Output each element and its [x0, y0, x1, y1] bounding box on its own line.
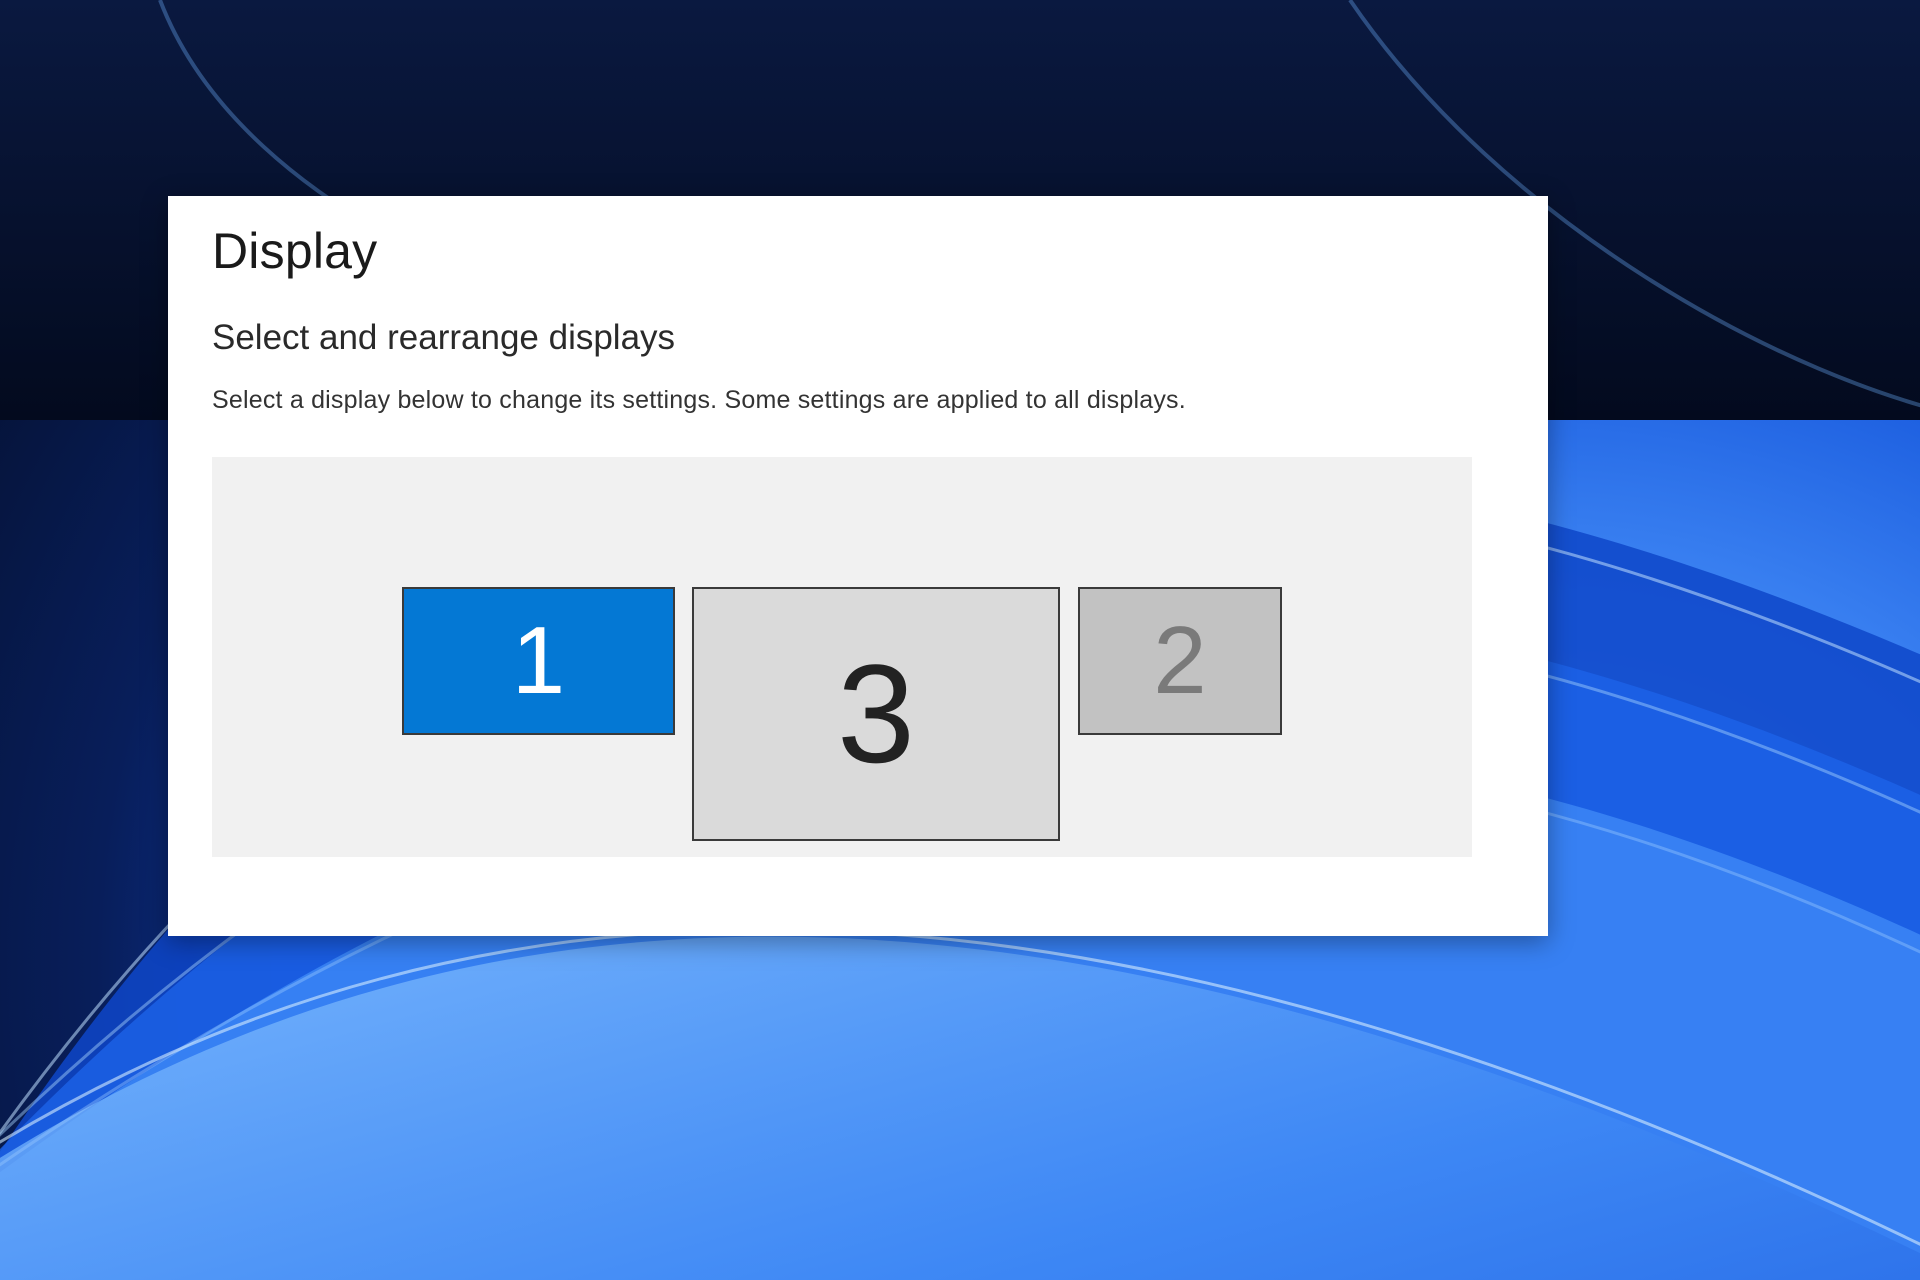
display-monitor-label: 3 [837, 633, 915, 795]
section-title: Select and rearrange displays [212, 318, 1504, 358]
section-description: Select a display below to change its set… [212, 386, 1504, 415]
display-monitor-label: 2 [1153, 606, 1206, 716]
display-monitor-2[interactable]: 2 [1078, 587, 1282, 735]
page-title: Display [212, 222, 1504, 280]
display-monitor-label: 1 [512, 606, 565, 716]
display-monitor-1[interactable]: 1 [402, 587, 675, 735]
display-settings-panel: Display Select and rearrange displays Se… [168, 196, 1548, 936]
display-monitor-3[interactable]: 3 [692, 587, 1060, 841]
display-arrangement-area[interactable]: 1 3 2 [212, 457, 1472, 857]
